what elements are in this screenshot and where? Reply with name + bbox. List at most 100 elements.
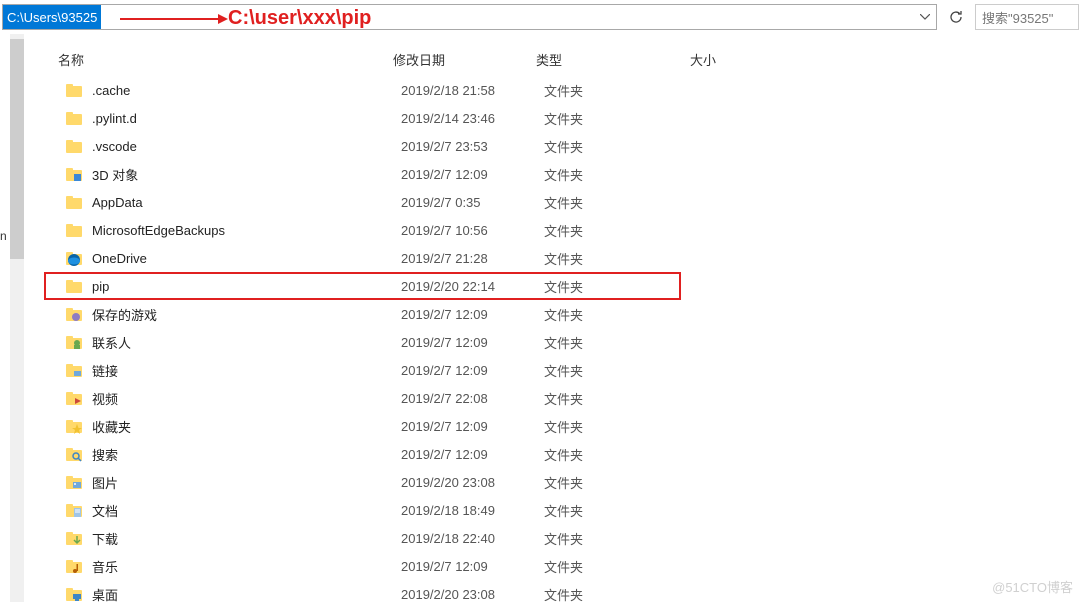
top-bar: C:\Users\93525 搜索"93525" — [0, 0, 1081, 34]
file-row[interactable]: MicrosoftEdgeBackups2019/2/7 10:56文件夹 — [28, 216, 1081, 244]
file-row[interactable]: 文档2019/2/18 18:49文件夹 — [28, 496, 1081, 524]
address-path[interactable]: C:\Users\93525 — [3, 5, 101, 29]
file-row[interactable]: AppData2019/2/7 0:35文件夹 — [28, 188, 1081, 216]
file-row[interactable]: .vscode2019/2/7 23:53文件夹 — [28, 132, 1081, 160]
file-row[interactable]: .pylint.d2019/2/14 23:46文件夹 — [28, 104, 1081, 132]
file-name: 音乐 — [92, 557, 401, 576]
file-date: 2019/2/7 12:09 — [401, 419, 544, 434]
file-row[interactable]: 视频2019/2/7 22:08文件夹 — [28, 384, 1081, 412]
file-row[interactable]: 下载2019/2/18 22:40文件夹 — [28, 524, 1081, 552]
main-area: n 名称 修改日期 类型 大小 .cache2019/2/18 21:58文件夹… — [0, 34, 1081, 602]
file-type: 文件夹 — [544, 165, 664, 184]
file-row[interactable]: 桌面2019/2/20 23:08文件夹 — [28, 580, 1081, 608]
file-row[interactable]: 收藏夹2019/2/7 12:09文件夹 — [28, 412, 1081, 440]
contacts-icon — [66, 334, 84, 350]
file-name: 保存的游戏 — [92, 305, 401, 324]
search-input[interactable]: 搜索"93525" — [975, 4, 1079, 30]
chevron-down-icon[interactable] — [914, 5, 936, 29]
file-type: 文件夹 — [544, 221, 664, 240]
file-type: 文件夹 — [544, 417, 664, 436]
file-name: 桌面 — [92, 585, 401, 604]
file-row[interactable]: 保存的游戏2019/2/7 12:09文件夹 — [28, 300, 1081, 328]
file-name: .cache — [92, 83, 401, 98]
folder-icon — [66, 110, 84, 126]
file-name: 视频 — [92, 389, 401, 408]
file-row[interactable]: 联系人2019/2/7 12:09文件夹 — [28, 328, 1081, 356]
music-icon — [66, 558, 84, 574]
file-type: 文件夹 — [544, 137, 664, 156]
games-icon — [66, 306, 84, 322]
file-list: .cache2019/2/18 21:58文件夹.pylint.d2019/2/… — [28, 74, 1081, 608]
file-name: 文档 — [92, 501, 401, 520]
file-row[interactable]: .cache2019/2/18 21:58文件夹 — [28, 76, 1081, 104]
file-date: 2019/2/7 12:09 — [401, 335, 544, 350]
videos-icon — [66, 390, 84, 406]
file-row[interactable]: OneDrive2019/2/7 21:28文件夹 — [28, 244, 1081, 272]
file-type: 文件夹 — [544, 333, 664, 352]
file-date: 2019/2/7 12:09 — [401, 363, 544, 378]
file-type: 文件夹 — [544, 277, 664, 296]
refresh-button[interactable] — [943, 4, 969, 30]
file-name: 链接 — [92, 361, 401, 380]
file-row[interactable]: 3D 对象2019/2/7 12:09文件夹 — [28, 160, 1081, 188]
file-row[interactable]: 搜索2019/2/7 12:09文件夹 — [28, 440, 1081, 468]
file-row[interactable]: 链接2019/2/7 12:09文件夹 — [28, 356, 1081, 384]
nav-panel-edge: n — [0, 34, 28, 602]
search-icon — [66, 446, 84, 462]
address-bar[interactable]: C:\Users\93525 — [2, 4, 937, 30]
file-date: 2019/2/7 0:35 — [401, 195, 544, 210]
file-type: 文件夹 — [544, 389, 664, 408]
file-row[interactable]: pip2019/2/20 22:14文件夹 — [44, 272, 681, 300]
file-date: 2019/2/7 10:56 — [401, 223, 544, 238]
file-date: 2019/2/20 23:08 — [401, 475, 544, 490]
column-type[interactable]: 类型 — [536, 50, 690, 69]
folder-icon — [66, 194, 84, 210]
documents-icon — [66, 502, 84, 518]
file-date: 2019/2/20 22:14 — [401, 279, 544, 294]
file-type: 文件夹 — [544, 501, 664, 520]
file-date: 2019/2/7 12:09 — [401, 559, 544, 574]
file-type: 文件夹 — [544, 557, 664, 576]
file-list-panel: 名称 修改日期 类型 大小 .cache2019/2/18 21:58文件夹.p… — [28, 34, 1081, 602]
file-date: 2019/2/18 18:49 — [401, 503, 544, 518]
partial-nav-text: n — [0, 229, 7, 243]
links-icon — [66, 362, 84, 378]
file-row[interactable]: 音乐2019/2/7 12:09文件夹 — [28, 552, 1081, 580]
file-name: 下载 — [92, 529, 401, 548]
file-date: 2019/2/20 23:08 — [401, 587, 544, 602]
file-type: 文件夹 — [544, 585, 664, 604]
file-name: AppData — [92, 195, 401, 210]
file-type: 文件夹 — [544, 193, 664, 212]
file-date: 2019/2/14 23:46 — [401, 111, 544, 126]
file-date: 2019/2/7 21:28 — [401, 251, 544, 266]
pictures-icon — [66, 474, 84, 490]
desktop-icon — [66, 586, 84, 602]
scrollbar-thumb[interactable] — [10, 39, 24, 259]
file-date: 2019/2/18 22:40 — [401, 531, 544, 546]
column-name[interactable]: 名称 — [58, 50, 393, 69]
column-date[interactable]: 修改日期 — [393, 50, 536, 69]
file-name: 图片 — [92, 473, 401, 492]
file-name: 收藏夹 — [92, 417, 401, 436]
onedrive-icon — [66, 250, 84, 266]
file-name: 联系人 — [92, 333, 401, 352]
file-date: 2019/2/7 12:09 — [401, 167, 544, 182]
search-placeholder: 搜索"93525" — [982, 8, 1053, 27]
file-name: pip — [92, 279, 401, 294]
file-name: MicrosoftEdgeBackups — [92, 223, 401, 238]
downloads-icon — [66, 530, 84, 546]
file-type: 文件夹 — [544, 473, 664, 492]
file-name: .vscode — [92, 139, 401, 154]
file-name: 3D 对象 — [92, 165, 401, 184]
folder-icon — [66, 82, 84, 98]
file-type: 文件夹 — [544, 249, 664, 268]
favorites-icon — [66, 418, 84, 434]
file-type: 文件夹 — [544, 81, 664, 100]
3d-icon — [66, 166, 84, 182]
file-date: 2019/2/7 23:53 — [401, 139, 544, 154]
file-row[interactable]: 图片2019/2/20 23:08文件夹 — [28, 468, 1081, 496]
column-headers: 名称 修改日期 类型 大小 — [28, 44, 1081, 74]
file-date: 2019/2/18 21:58 — [401, 83, 544, 98]
folder-icon — [66, 222, 84, 238]
column-size[interactable]: 大小 — [690, 50, 790, 69]
